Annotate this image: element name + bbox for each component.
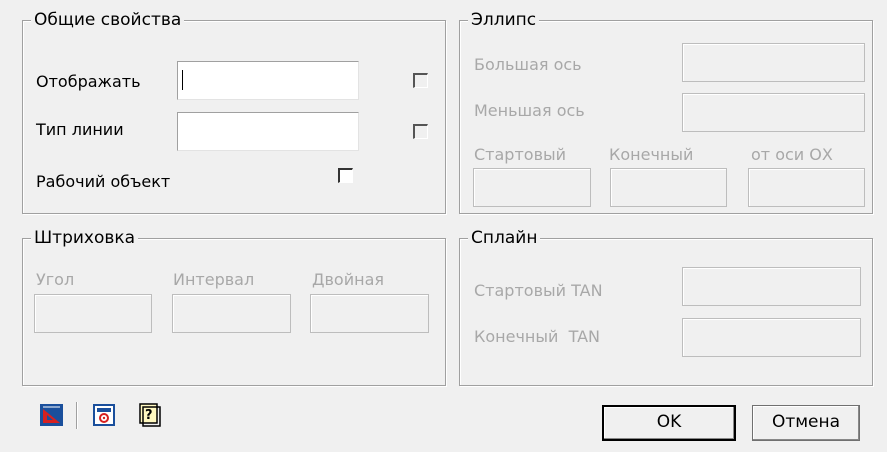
ok-button[interactable]: OK	[602, 405, 736, 441]
start-angle-field[interactable]	[473, 168, 591, 207]
end-tan-field[interactable]	[682, 318, 861, 357]
hatch-title: Штриховка	[31, 227, 139, 249]
major-axis-label: Большая ось	[474, 55, 582, 74]
linetype-field[interactable]	[177, 112, 359, 151]
spline-title: Сплайн	[468, 227, 541, 249]
start-tan-label: Стартовый TAN	[474, 281, 603, 300]
minor-axis-field[interactable]	[682, 93, 865, 132]
ellipse-title: Эллипс	[468, 9, 540, 31]
start-angle-label: Стартовый	[474, 145, 567, 164]
ox-angle-label: от оси ОХ	[751, 145, 833, 164]
linetype-label: Тип линии	[36, 120, 124, 139]
svg-text:?: ?	[145, 408, 153, 423]
display-checkbox[interactable]	[413, 73, 428, 88]
double-label: Двойная	[312, 270, 385, 289]
calculator-icon[interactable]	[93, 404, 115, 426]
toolbar-separator	[76, 402, 77, 429]
help-icon[interactable]: ?	[139, 403, 161, 427]
drawing-icon[interactable]	[40, 404, 63, 426]
text-caret	[182, 70, 183, 90]
spline-group: Сплайн	[459, 227, 873, 386]
display-field[interactable]	[177, 61, 359, 100]
start-tan-field[interactable]	[682, 267, 861, 306]
working-object-label: Рабочий объект	[36, 172, 171, 191]
ox-angle-field[interactable]	[748, 168, 865, 207]
general-properties-title: Общие свойства	[31, 9, 185, 31]
major-axis-field[interactable]	[682, 43, 865, 82]
minor-axis-label: Меньшая ось	[474, 101, 585, 120]
cancel-button[interactable]: Отмена	[752, 405, 860, 441]
double-field[interactable]	[310, 294, 429, 333]
display-label: Отображать	[36, 72, 141, 91]
end-angle-field[interactable]	[610, 168, 727, 207]
angle-field[interactable]	[34, 294, 152, 333]
end-angle-label: Конечный	[609, 145, 694, 164]
end-tan-label: Конечный TAN	[474, 327, 601, 346]
angle-label: Угол	[36, 270, 75, 289]
linetype-checkbox[interactable]	[413, 124, 428, 139]
interval-label: Интервал	[173, 270, 255, 289]
interval-field[interactable]	[172, 294, 291, 333]
working-object-checkbox[interactable]	[338, 168, 353, 183]
